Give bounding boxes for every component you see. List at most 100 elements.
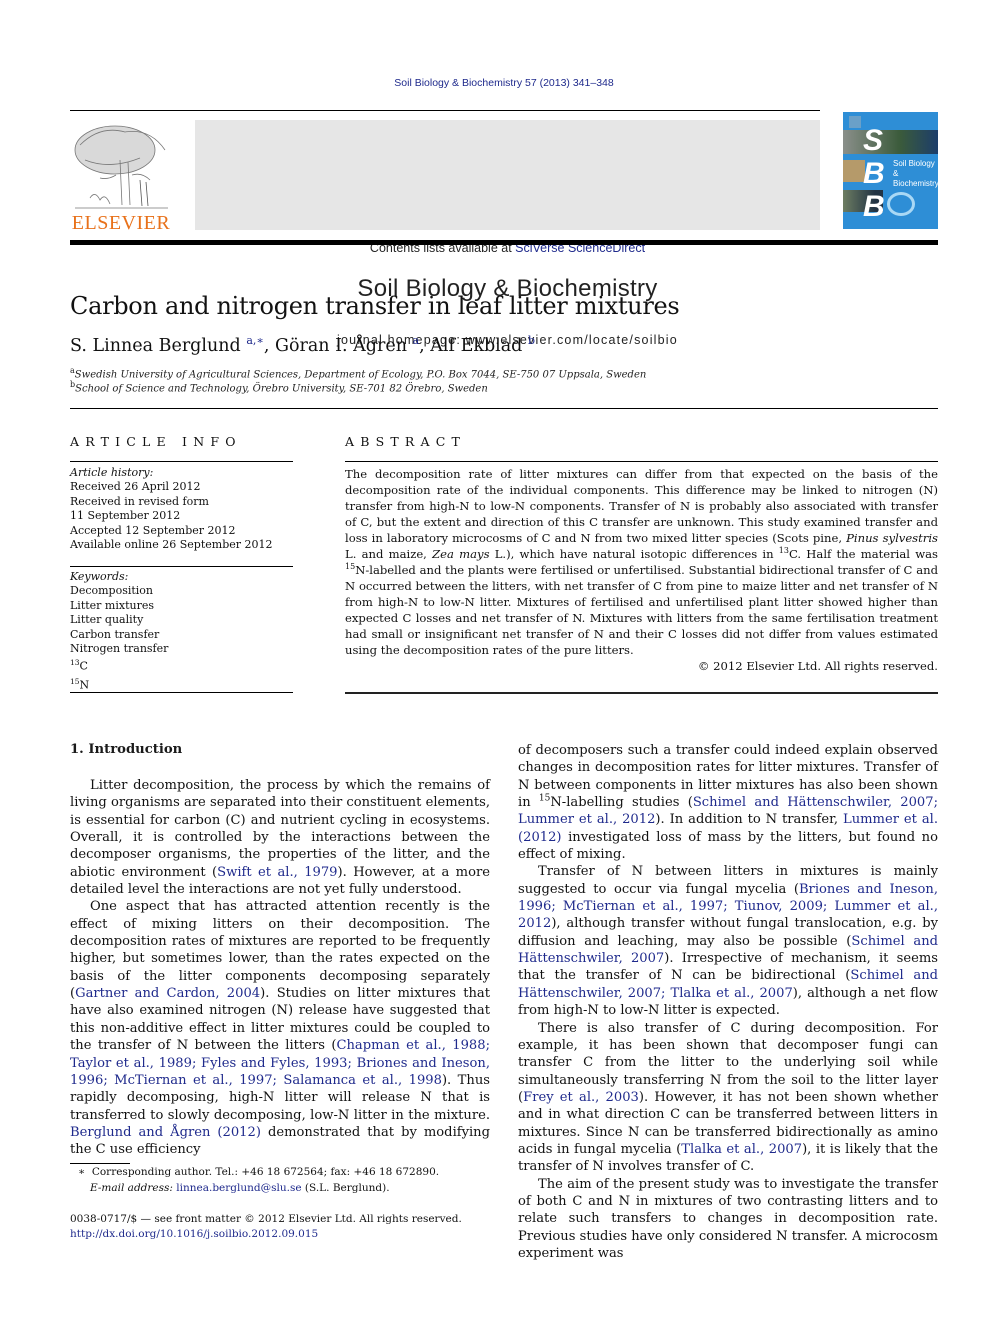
- footnote-star: ∗: [78, 1166, 86, 1178]
- keyword-item: Nitrogen transfer: [70, 642, 169, 656]
- keyword-item: Litter mixtures: [70, 598, 154, 612]
- keywords-label: Keywords:: [70, 570, 129, 583]
- elsevier-wordmark[interactable]: ELSEVIER: [70, 212, 172, 235]
- keyword-item: 15N: [70, 675, 295, 693]
- info-bottom-rule: [70, 692, 293, 693]
- isotope-mass: 13: [70, 658, 80, 668]
- author-affiliation-mark[interactable]: b: [528, 334, 535, 347]
- doi-link[interactable]: http://dx.doi.org/10.1016/j.soilbio.2012…: [70, 1228, 318, 1240]
- author-name: S. Linnea Berglund: [70, 335, 241, 356]
- keyword-item: 13C: [70, 656, 295, 674]
- abstract-copyright: © 2012 Elsevier Ltd. All rights reserved…: [697, 659, 938, 673]
- keyword-item: Carbon transfer: [70, 627, 160, 641]
- abstract-run: N-labelled and the plants were fertilise…: [345, 563, 938, 657]
- paragraph: One aspect that has attracted attention …: [70, 898, 490, 1158]
- journal-banner: Contents lists available at SciVerse Sci…: [195, 120, 820, 347]
- corresponding-author-footnote: ∗ Corresponding author. Tel.: +46 18 672…: [78, 1165, 439, 1196]
- paragraph: The aim of the present study was to inve…: [518, 1176, 938, 1263]
- citation-link[interactable]: Gartner and Cardon, 2004: [75, 986, 260, 1001]
- affiliation-text: School of Science and Technology, Örebro…: [75, 383, 488, 395]
- abstract-heading: ABSTRACT: [345, 434, 467, 449]
- author-separator: ,: [263, 335, 275, 356]
- isotope-sup: 15: [538, 793, 551, 804]
- abstract-text: The decomposition rate of litter mixture…: [345, 466, 938, 674]
- cover-image-2: [843, 160, 865, 182]
- keywords-rule: [70, 566, 293, 567]
- text-run: ). In addition to N transfer,: [655, 812, 844, 828]
- paragraph: Litter decomposition, the process by whi…: [70, 777, 490, 898]
- cover-letter-b2: B: [863, 190, 885, 223]
- article-history: Article history: Received 26 April 2012 …: [70, 466, 295, 552]
- section-rule: [70, 408, 938, 409]
- species-name: Zea mays: [432, 547, 490, 561]
- email-suffix: (S.L. Berglund).: [301, 1181, 390, 1194]
- text-run: N-labelling studies (: [550, 795, 693, 811]
- history-label: Article history:: [70, 466, 154, 479]
- keyword-item: Litter quality: [70, 613, 144, 627]
- history-item: Available online 26 September 2012: [70, 538, 273, 552]
- email-label: E-mail address:: [90, 1181, 177, 1194]
- footnote-text: Corresponding author. Tel.: +46 18 67256…: [91, 1166, 440, 1178]
- author-affiliation-mark[interactable]: a,∗: [246, 334, 264, 347]
- cover-sbb-letters: S B B: [863, 124, 885, 223]
- affiliation-a: aSwedish University of Agricultural Scie…: [70, 366, 646, 380]
- issn-line: 0038-0717/$ — see front matter © 2012 El…: [70, 1213, 462, 1225]
- history-item: Received 26 April 2012: [70, 480, 201, 494]
- author-separator: ,: [419, 335, 431, 356]
- affiliation-b: bSchool of Science and Technology, Örebr…: [70, 380, 488, 394]
- article-title: Carbon and nitrogen transfer in leaf lit…: [70, 292, 680, 320]
- citation-link[interactable]: Swift et al., 1979: [217, 865, 337, 880]
- isotope-mass: 15: [70, 676, 80, 686]
- header-thick-rule: [70, 240, 938, 245]
- history-item: Accepted 12 September 2012: [70, 523, 236, 537]
- cover-publisher-mark-icon: [849, 116, 861, 128]
- isotope-element: N: [79, 678, 90, 692]
- front-matter: 0038-0717/$ — see front matter © 2012 El…: [70, 1212, 462, 1241]
- paragraph: There is also transfer of C during decom…: [518, 1020, 938, 1176]
- isotope-sup: 13: [778, 546, 789, 556]
- text-run: investigated loss of mass by the litters…: [518, 829, 938, 863]
- citation-link[interactable]: Berglund and Ågren (2012): [70, 1125, 261, 1140]
- cover-letter-b1: B: [863, 157, 885, 190]
- header-rule: [70, 110, 820, 111]
- body-column-left: Litter decomposition, the process by whi…: [70, 777, 490, 1159]
- keyword-item: Decomposition: [70, 584, 154, 598]
- cover-title-line1: Soil Biology &: [893, 159, 935, 178]
- species-name: Pinus sylvestris: [846, 531, 938, 545]
- abstract-bottom-rule: [345, 692, 938, 694]
- journal-cover-thumbnail[interactable]: S B B Soil Biology & Biochemistry: [843, 112, 938, 229]
- footnote-line: ∗ Corresponding author. Tel.: +46 18 672…: [78, 1165, 439, 1181]
- cover-image-1: [843, 130, 938, 154]
- citation-link[interactable]: Frey et al., 2003: [523, 1090, 639, 1105]
- history-item: Received in revised form: [70, 494, 209, 508]
- body-column-right: of decomposers such a transfer could ind…: [518, 742, 938, 1262]
- citation-link[interactable]: Soil Biology & Biochemistry 57 (2013) 34…: [394, 77, 613, 89]
- isotope-sup: 15: [345, 562, 356, 572]
- abstract-run: C. Half the material was: [788, 547, 939, 561]
- cover-title-line2: Biochemistry: [893, 179, 938, 188]
- cover-image-4: [887, 192, 915, 216]
- paragraph: of decomposers such a transfer could ind…: [518, 742, 938, 863]
- author-name: Alf Ekblad: [430, 335, 523, 356]
- journal-citation[interactable]: Soil Biology & Biochemistry 57 (2013) 34…: [0, 77, 992, 89]
- section-heading-introduction: 1. Introduction: [70, 742, 183, 757]
- footnote-rule: [70, 1163, 130, 1164]
- abstract-rule: [345, 461, 938, 462]
- affiliation-text: Swedish University of Agricultural Scien…: [74, 369, 647, 381]
- isotope-element: C: [79, 660, 88, 674]
- author-name: Göran I. Ågren: [274, 335, 408, 356]
- keywords: Keywords: Decomposition Litter mixtures …: [70, 570, 295, 693]
- article-info-heading: ARTICLE INFO: [70, 434, 242, 449]
- author-list: S. Linnea Berglund a,∗, Göran I. Ågren a…: [70, 334, 535, 356]
- abstract-run: L.), which have natural isotopic differe…: [489, 547, 779, 561]
- footnote-email-line: E-mail address: linnea.berglund@slu.se (…: [78, 1181, 439, 1197]
- email-link[interactable]: linnea.berglund@slu.se: [176, 1182, 301, 1194]
- article-info-rule: [70, 461, 293, 462]
- text-run: The aim of the present study was to inve…: [518, 1176, 938, 1261]
- cover-title: Soil Biology & Biochemistry: [893, 159, 938, 189]
- citation-link[interactable]: Tlalka et al., 2007: [681, 1142, 802, 1157]
- abstract-run: L. and maize,: [345, 547, 433, 561]
- cover-letter-s: S: [863, 124, 884, 157]
- history-item: 11 September 2012: [70, 509, 181, 523]
- paragraph: Transfer of N between litters in mixture…: [518, 863, 938, 1019]
